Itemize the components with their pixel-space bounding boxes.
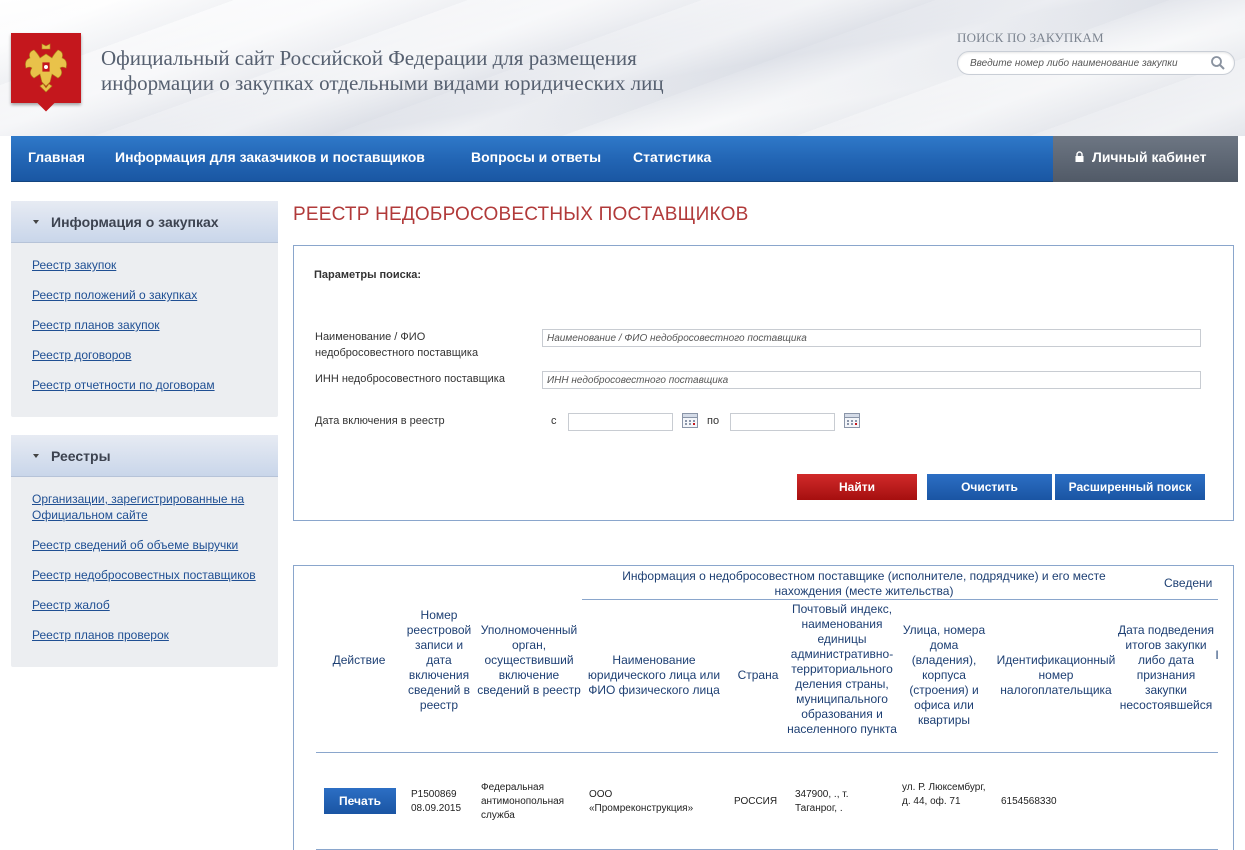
col-authority: Уполномоченный орган, осуществивший вклю…	[477, 623, 581, 697]
search-params-label: Параметры поиска:	[314, 269, 422, 281]
col-name: Наименование юридического лица или ФИО ф…	[587, 653, 721, 697]
cell-street: ул. Р. Люксембург, д. 44, оф. 71	[902, 782, 986, 807]
group-header-info: Сведени	[1164, 576, 1213, 590]
sidebar-link-procurements[interactable]: Реестр закупок	[32, 257, 278, 273]
cell-inn: 6154568330	[1001, 796, 1057, 807]
sidebar-title: Реестры	[51, 448, 111, 464]
personal-cabinet-button[interactable]: Личный кабинет	[1053, 136, 1238, 182]
double-headed-eagle-icon	[25, 43, 67, 93]
col-extra: I	[1215, 648, 1219, 662]
search-box	[957, 51, 1235, 75]
sidebar-link-complaints[interactable]: Реестр жалоб	[32, 597, 278, 613]
group-header-supplier: Информация о недобросовестном поставщике…	[622, 569, 1106, 598]
col-date: Дата подведения итогов закупки либо дата…	[1118, 623, 1214, 712]
name-field-label: Наименование / ФИО недобросовестного пос…	[315, 331, 479, 359]
page-title: РЕЕСТР НЕДОБРОСОВЕСТНЫХ ПОСТАВЩИКОВ	[293, 204, 749, 225]
sidebar-link-inspection-plans[interactable]: Реестр планов проверок	[32, 627, 278, 643]
search-icon[interactable]	[1210, 55, 1226, 71]
cell-authority: Федеральная антимонопольная служба	[481, 782, 565, 821]
date-from-label: с	[551, 415, 557, 427]
collapse-triangle-icon	[33, 454, 39, 459]
search-label: ПОИСК ПО ЗАКУПКАМ	[957, 30, 1104, 45]
header-divider	[316, 752, 1218, 753]
nav-item-statistics[interactable]: Статистика	[633, 136, 711, 182]
main-nav: Главная Информация для заказчиков и пост…	[11, 136, 1238, 182]
lock-icon	[1075, 151, 1084, 163]
sidebar-link-unfair-suppliers[interactable]: Реестр недобросовестных поставщиков	[32, 567, 278, 583]
sidebar-registries: Реестры Организации, зарегистрированные …	[11, 435, 278, 667]
personal-cabinet-label: Личный кабинет	[1092, 149, 1207, 165]
inn-field-label: ИНН недобросовестного поставщика	[315, 373, 505, 385]
print-button[interactable]: Печать	[324, 788, 396, 814]
sidebar-header-procurement[interactable]: Информация о закупках	[11, 201, 278, 243]
site-header: Официальный сайт Российской Федерации дл…	[0, 0, 1245, 136]
cell-name: ООО «Промреконструкция»	[589, 789, 694, 814]
nav-item-info[interactable]: Информация для заказчиков и поставщиков	[115, 136, 425, 182]
sidebar-procurement-info: Информация о закупках Реестр закупок Рее…	[11, 201, 278, 417]
sidebar-title: Информация о закупках	[51, 214, 219, 230]
nav-item-home[interactable]: Главная	[28, 136, 85, 182]
col-street: Улица, номера дома (владения), корпуса (…	[902, 623, 986, 727]
calendar-icon[interactable]	[682, 413, 698, 428]
date-to-label: по	[707, 415, 720, 427]
sidebar-header-registries[interactable]: Реестры	[11, 435, 278, 477]
cell-country: РОССИЯ	[734, 796, 778, 807]
clear-button[interactable]: Очистить	[927, 474, 1052, 500]
sidebar-link-contracts[interactable]: Реестр договоров	[32, 347, 278, 363]
group-divider	[582, 599, 1218, 600]
date-from-input[interactable]	[568, 413, 673, 431]
coat-of-arms-logo[interactable]	[11, 33, 81, 103]
sidebar-link-revenue[interactable]: Реестр сведений об объеме выручки	[32, 537, 278, 553]
col-inn: Идентификационный номер налогоплательщик…	[996, 653, 1116, 697]
col-country: Страна	[737, 668, 779, 682]
calendar-icon[interactable]	[844, 413, 860, 428]
sidebar-link-organizations[interactable]: Организации, зарегистрированные на Офици…	[32, 491, 262, 523]
supplier-name-input[interactable]	[542, 329, 1201, 347]
date-to-input[interactable]	[730, 413, 835, 431]
nav-item-faq[interactable]: Вопросы и ответы	[471, 136, 601, 182]
find-button[interactable]: Найти	[797, 474, 917, 500]
site-title: Официальный сайт Российской Федерации дл…	[101, 46, 664, 95]
cell-postal: 347900, ., т. Таганрог, .	[795, 789, 849, 814]
cell-record-no: P1500869	[411, 789, 457, 800]
sidebar-link-plans[interactable]: Реестр планов закупок	[32, 317, 278, 333]
cell-record-date: 08.09.2015	[411, 803, 462, 814]
sidebar-link-regulations[interactable]: Реестр положений о закупках	[32, 287, 278, 303]
col-postal: Почтовый индекс, наименования единицы ад…	[787, 602, 897, 736]
col-record: Номер реестровой записи и дата включения…	[406, 608, 472, 712]
supplier-inn-input[interactable]	[542, 371, 1201, 389]
col-action: Действие	[332, 653, 386, 667]
date-field-label: Дата включения в реестр	[315, 415, 445, 427]
sidebar-link-contract-reports[interactable]: Реестр отчетности по договорам	[32, 377, 278, 393]
search-input[interactable]	[970, 56, 1205, 71]
search-panel: Параметры поиска: Наименование / ФИО нед…	[293, 245, 1234, 521]
advanced-search-button[interactable]: Расширенный поиск	[1055, 474, 1205, 500]
results-table: Информация о недобросовестном поставщике…	[293, 565, 1234, 850]
collapse-triangle-icon	[33, 220, 39, 225]
